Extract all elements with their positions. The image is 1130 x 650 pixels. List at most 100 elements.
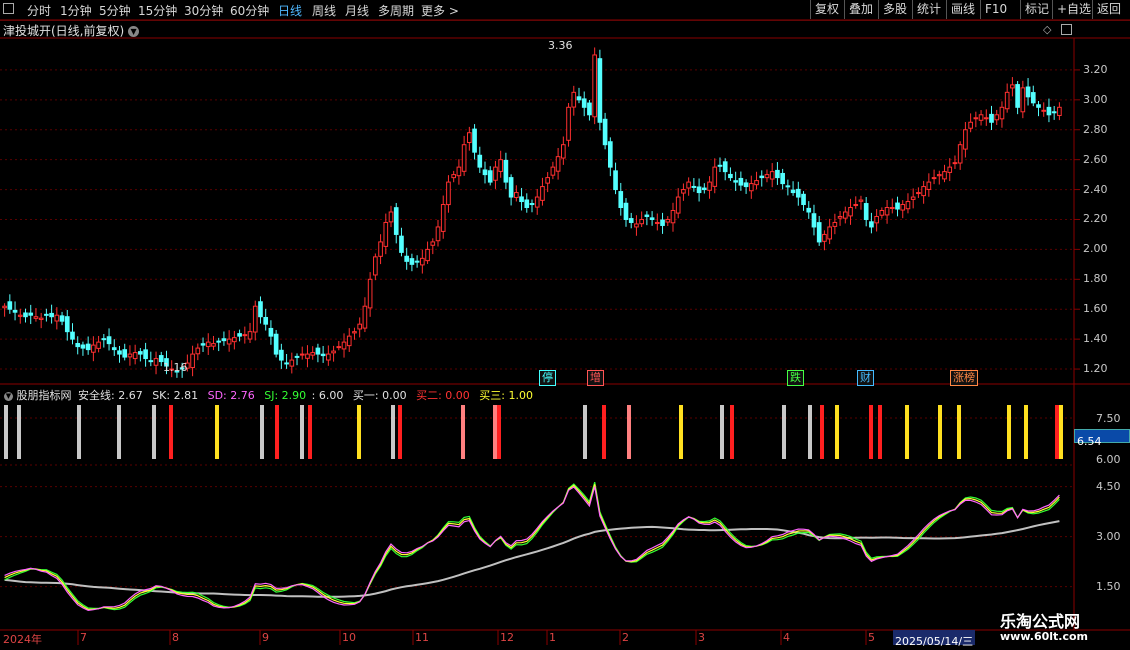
toolbar-button-2[interactable]: 多股: [878, 0, 912, 19]
price-chart[interactable]: [0, 0, 1130, 650]
candle-body: [879, 210, 885, 216]
indicator-axis-label: 6.00: [1096, 453, 1121, 466]
safe-line: [4, 520, 1060, 598]
period-tab-10[interactable]: 更多 >: [421, 2, 459, 19]
candle-body: [587, 102, 592, 116]
candle-body: [498, 159, 503, 172]
period-tab-3[interactable]: 15分钟: [138, 2, 177, 19]
period-tab-0[interactable]: 分时: [27, 2, 51, 19]
candle-body: [273, 333, 279, 355]
event-marker[interactable]: 增: [587, 370, 604, 386]
signal-bar: [820, 405, 824, 459]
price-axis-label: 3.20: [1083, 62, 1108, 76]
chevron-down-icon[interactable]: ▼: [4, 391, 13, 401]
candle-body: [832, 221, 838, 227]
candle-body: [143, 349, 148, 360]
candle-body: [978, 114, 984, 121]
toolbar-button-8[interactable]: 返回: [1092, 0, 1130, 19]
candle-body: [336, 346, 342, 349]
candle-body: [681, 189, 686, 194]
period-tab-7[interactable]: 周线: [312, 2, 336, 19]
toolbar-button-1[interactable]: 叠加: [844, 0, 878, 19]
toolbar-button-6[interactable]: 标记: [1020, 0, 1052, 19]
candle-body: [352, 331, 357, 334]
period-tab-4[interactable]: 30分钟: [184, 2, 223, 19]
candle-body: [1046, 106, 1052, 116]
candle-body: [534, 196, 540, 208]
candle-body: [931, 177, 937, 180]
signal-bar: [782, 405, 786, 459]
candle-body: [467, 132, 472, 144]
candle-body: [743, 182, 749, 188]
candle-body: [686, 181, 691, 189]
candle-body: [138, 351, 143, 355]
date-axis-label: 3: [698, 631, 705, 644]
panel-toggle-icon[interactable]: [1061, 24, 1072, 35]
candle-body: [320, 353, 326, 357]
signal-bar: [905, 405, 909, 459]
diamond-icon[interactable]: ◇: [1043, 23, 1051, 36]
current-value: 6.54: [1077, 435, 1102, 448]
event-marker[interactable]: 涨榜: [950, 370, 978, 386]
candle-body: [456, 166, 462, 177]
candle-body: [613, 170, 618, 191]
candle-body: [388, 211, 394, 223]
candle-body: [305, 353, 310, 359]
candle-body: [910, 196, 916, 200]
candle-body: [289, 359, 295, 367]
chevron-down-icon[interactable]: ▼: [128, 26, 140, 37]
toolbar-button-7[interactable]: +自选: [1052, 0, 1092, 19]
event-marker[interactable]: 财: [857, 370, 874, 386]
candle-body: [916, 192, 921, 195]
candle-body: [200, 343, 206, 346]
candle-body: [341, 341, 347, 350]
price-axis-label: 3.00: [1083, 92, 1108, 106]
candle-body: [258, 301, 263, 318]
price-axis-label: 1.80: [1083, 272, 1108, 286]
signal-bar: [938, 405, 942, 459]
event-marker[interactable]: 停: [539, 370, 556, 386]
period-tab-9[interactable]: 多周期: [378, 2, 414, 19]
period-tab-8[interactable]: 月线: [345, 2, 369, 19]
candle-body: [806, 207, 812, 213]
signal-bar: [308, 405, 312, 459]
candle-body: [822, 233, 827, 242]
menu-icon[interactable]: [3, 3, 14, 14]
signal-bar: [461, 405, 465, 459]
toolbar-button-5[interactable]: F10: [980, 0, 1020, 19]
candle-body: [310, 352, 316, 356]
price-axis-label: 2.60: [1083, 152, 1108, 166]
period-tab-2[interactable]: 5分钟: [99, 2, 131, 19]
signal-bar: [1059, 405, 1063, 459]
candle-body: [514, 192, 519, 198]
signal-bar: [493, 405, 497, 459]
candle-body: [801, 193, 806, 206]
current-value-badge: 6.54: [1074, 429, 1130, 448]
candle-body: [190, 353, 195, 369]
date-axis-label: 11: [415, 631, 429, 644]
period-tab-6[interactable]: 日线: [278, 2, 302, 19]
price-axis-label: 1.60: [1083, 302, 1108, 316]
candle-body: [769, 171, 775, 180]
candle-body: [670, 210, 676, 224]
candle-body: [111, 347, 117, 351]
event-marker[interactable]: 跌: [787, 370, 804, 386]
signal-bar: [497, 405, 501, 459]
date-axis-label: 10: [342, 631, 356, 644]
buy2-label: 买二: 0.00: [416, 389, 470, 402]
toolbar-button-0[interactable]: 复权: [810, 0, 844, 19]
toolbar-button-3[interactable]: 统计: [912, 0, 946, 19]
candle-body: [299, 353, 305, 356]
candle-body: [216, 340, 222, 343]
toolbar-button-4[interactable]: 画线: [946, 0, 980, 19]
period-tab-5[interactable]: 60分钟: [230, 2, 269, 19]
candle-body: [252, 305, 258, 333]
candle-body: [91, 344, 96, 353]
candle-body: [451, 174, 457, 179]
period-tab-1[interactable]: 1分钟: [60, 2, 92, 19]
candle-body: [44, 313, 49, 316]
signal-bar: [627, 405, 631, 459]
stock-title[interactable]: 津投城开(日线,前复权) ▼: [3, 22, 140, 39]
indicator-title[interactable]: ▼ 股朋指标网 安全线: 2.67 SK: 2.81 SD: 2.76 SJ: …: [4, 387, 533, 403]
candle-body: [728, 173, 733, 179]
